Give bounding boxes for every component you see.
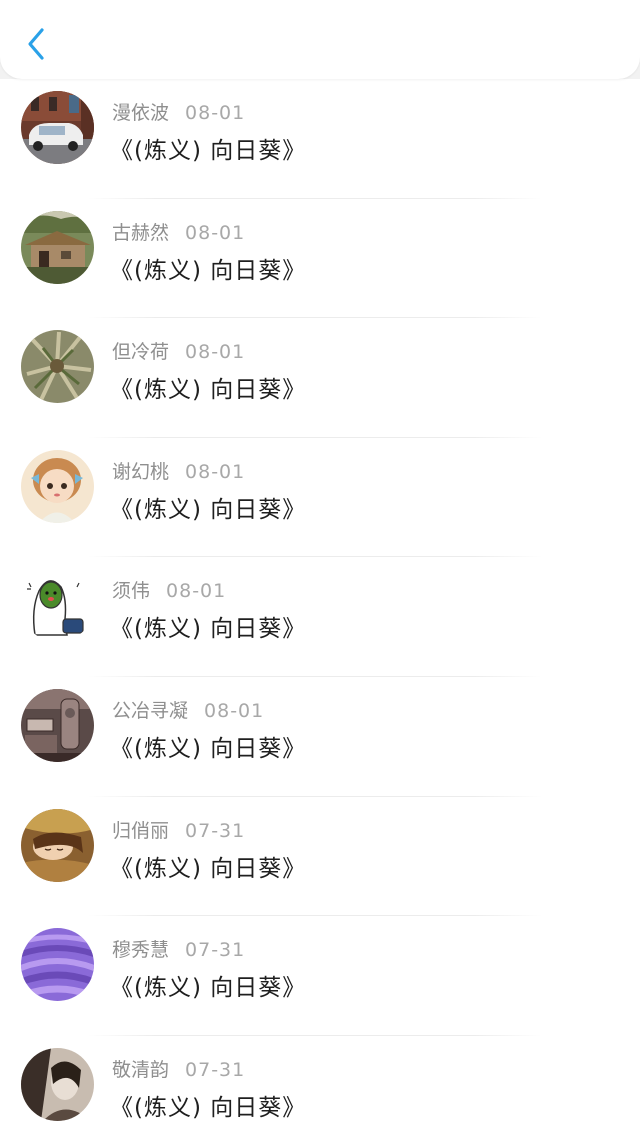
list-item[interactable]: 归俏丽 07-31 《(炼义) 向日葵》	[0, 797, 640, 917]
item-title[interactable]: 《(炼义) 向日葵》	[110, 849, 306, 883]
user-name[interactable]: 漫依波	[112, 102, 169, 124]
post-date: 08-01	[185, 102, 246, 124]
vintage-machine-avatar[interactable]	[21, 688, 94, 762]
item-title[interactable]: 《(炼义) 向日葵》	[110, 490, 306, 524]
list-item[interactable]: 公冶寻凝 08-01 《(炼义) 向日葵》	[0, 677, 640, 797]
sepia-photo-avatar[interactable]	[21, 1047, 94, 1121]
user-name[interactable]: 谢幻桃	[112, 461, 169, 483]
item-title[interactable]: 《(炼义) 向日葵》	[110, 251, 306, 285]
chevron-left-icon	[28, 28, 44, 60]
list-item[interactable]: 谢幻桃 08-01 《(炼义) 向日葵》	[0, 438, 640, 558]
comment-list: 漫依波 08-01 《(炼义) 向日葵》 古赫然 08-01 《(炼义) 向日葵》	[0, 79, 640, 1141]
cottage-photo-avatar[interactable]	[21, 210, 94, 284]
item-meta: 归俏丽 07-31	[112, 816, 245, 843]
list-item[interactable]: 敬清韵 07-31 《(炼义) 向日葵》	[0, 1036, 640, 1141]
item-meta: 但冷荷 08-01	[112, 337, 245, 364]
post-date: 08-01	[204, 699, 265, 722]
user-name[interactable]: 公冶寻凝	[112, 700, 188, 722]
list-item[interactable]: 但冷荷 08-01 《(炼义) 向日葵》	[0, 318, 640, 438]
post-date: 07-31	[185, 1058, 246, 1081]
car-photo-avatar[interactable]	[21, 91, 94, 164]
post-date: 08-01	[166, 580, 227, 603]
post-date: 07-31	[185, 819, 246, 842]
item-meta: 穆秀慧 07-31	[112, 935, 245, 962]
user-name[interactable]: 敬清韵	[112, 1059, 169, 1081]
plant-photo-avatar[interactable]	[21, 330, 94, 404]
item-meta: 须伟 08-01	[112, 576, 226, 603]
item-title[interactable]: 《(炼义) 向日葵》	[110, 968, 306, 1002]
item-meta: 公冶寻凝 08-01	[112, 696, 264, 723]
cartoon-sticker-avatar[interactable]	[21, 569, 94, 643]
lavender-field-avatar[interactable]	[21, 928, 94, 1002]
user-name[interactable]: 须伟	[112, 580, 150, 602]
user-name[interactable]: 古赫然	[112, 222, 169, 244]
item-meta: 谢幻桃 08-01	[112, 457, 245, 484]
top-bar	[0, 0, 640, 79]
list-item[interactable]: 古赫然 08-01 《(炼义) 向日葵》	[0, 199, 640, 319]
girl-in-grass-avatar[interactable]	[21, 808, 94, 882]
item-title[interactable]: 《(炼义) 向日葵》	[110, 609, 306, 643]
item-meta: 敬清韵 07-31	[112, 1055, 245, 1082]
post-date: 08-01	[185, 341, 246, 364]
item-title[interactable]: 《(炼义) 向日葵》	[110, 370, 306, 404]
post-date: 08-01	[185, 221, 246, 244]
item-title[interactable]: 《(炼义) 向日葵》	[110, 131, 306, 165]
item-title[interactable]: 《(炼义) 向日葵》	[110, 1088, 306, 1122]
user-name[interactable]: 穆秀慧	[112, 939, 169, 961]
item-meta: 漫依波 08-01	[112, 98, 245, 125]
post-date: 07-31	[185, 939, 246, 962]
post-date: 08-01	[185, 460, 246, 483]
doll-illustration-avatar[interactable]	[21, 449, 94, 523]
user-name[interactable]: 归俏丽	[112, 820, 169, 842]
list-item[interactable]: 漫依波 08-01 《(炼义) 向日葵》	[0, 79, 640, 199]
back-button[interactable]	[16, 22, 56, 66]
list-item[interactable]: 须伟 08-01 《(炼义) 向日葵》	[0, 557, 640, 677]
user-name[interactable]: 但冷荷	[112, 341, 169, 363]
list-item[interactable]: 穆秀慧 07-31 《(炼义) 向日葵》	[0, 916, 640, 1036]
item-meta: 古赫然 08-01	[112, 218, 245, 245]
item-title[interactable]: 《(炼义) 向日葵》	[110, 729, 306, 763]
